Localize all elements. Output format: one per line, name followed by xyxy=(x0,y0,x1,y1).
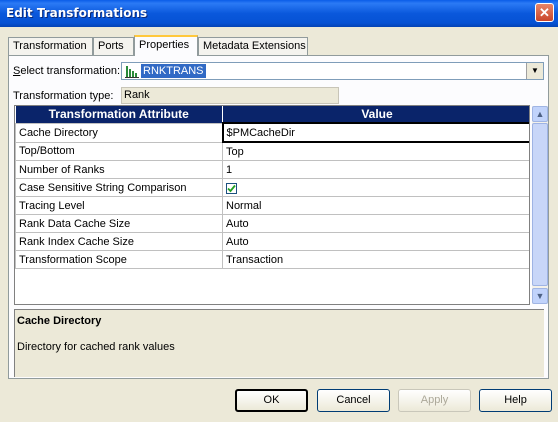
attribute-cell[interactable]: Rank Data Cache Size xyxy=(15,214,223,233)
attribute-cell[interactable]: Cache Directory xyxy=(15,122,223,143)
value-cell[interactable]: 1 xyxy=(222,160,529,179)
table-row[interactable]: Case Sensitive String Comparison xyxy=(15,178,529,197)
title-bar[interactable]: Edit Transformations ✕ xyxy=(0,0,558,27)
description-text: Directory for cached rank values xyxy=(17,341,175,353)
table-row[interactable]: Transformation Scope Transaction xyxy=(15,250,529,269)
column-header-value[interactable]: Value xyxy=(222,106,529,123)
tab-metadata-extensions[interactable]: Metadata Extensions xyxy=(198,37,308,55)
table-row[interactable]: Number of Ranks 1 xyxy=(15,160,529,179)
column-header-attribute[interactable]: Transformation Attribute xyxy=(15,106,223,123)
properties-table: Transformation Attribute Value Cache Dir… xyxy=(15,106,529,269)
selected-transformation: RNKTRANS xyxy=(141,64,206,78)
value-cell[interactable]: Normal xyxy=(222,196,529,215)
cancel-button[interactable]: Cancel xyxy=(317,389,390,412)
scroll-thumb[interactable] xyxy=(532,123,548,286)
dropdown-arrow-icon[interactable]: ▼ xyxy=(526,63,543,79)
help-button[interactable]: Help xyxy=(479,389,552,412)
table-header-row: Transformation Attribute Value xyxy=(15,106,529,123)
window-title: Edit Transformations xyxy=(6,6,148,20)
transformation-type-label: Transformation type: xyxy=(13,90,114,102)
attribute-cell[interactable]: Rank Index Cache Size xyxy=(15,232,223,251)
rank-transformation-icon xyxy=(125,66,139,78)
value-cell[interactable]: Transaction xyxy=(222,250,529,269)
value-cell[interactable] xyxy=(222,178,529,197)
scroll-up-icon[interactable]: ▲ xyxy=(532,106,548,122)
table-row[interactable]: Cache Directory $PMCacheDir xyxy=(15,122,529,143)
case-sensitive-checkbox[interactable] xyxy=(226,182,237,194)
attribute-cell[interactable]: Top/Bottom xyxy=(15,141,223,161)
description-title: Cache Directory xyxy=(17,315,102,327)
value-cell[interactable]: $PMCacheDir xyxy=(221,122,529,143)
tab-properties[interactable]: Properties xyxy=(134,35,198,56)
checkmark-icon xyxy=(227,184,236,192)
value-cell[interactable]: Auto xyxy=(222,232,529,251)
edit-transformations-dialog: Edit Transformations ✕ Transformation Po… xyxy=(0,0,558,422)
close-button[interactable]: ✕ xyxy=(535,3,554,22)
table-row[interactable]: Rank Data Cache Size Auto xyxy=(15,214,529,233)
value-cell[interactable]: Auto xyxy=(222,214,529,233)
properties-grid: Transformation Attribute Value Cache Dir… xyxy=(14,105,530,305)
apply-button[interactable]: Apply xyxy=(398,389,471,412)
scroll-down-icon[interactable]: ▼ xyxy=(532,288,548,304)
value-cell[interactable]: Top xyxy=(222,141,529,161)
select-transformation-label: Select transformation: xyxy=(13,65,120,77)
description-panel: Cache Directory Directory for cached ran… xyxy=(14,309,544,377)
attribute-cell[interactable]: Number of Ranks xyxy=(15,160,223,179)
table-row[interactable]: Top/Bottom Top xyxy=(15,141,529,161)
tab-ports[interactable]: Ports xyxy=(93,37,134,55)
vertical-scrollbar[interactable]: ▲ ▼ xyxy=(532,106,548,304)
attribute-cell[interactable]: Transformation Scope xyxy=(15,250,223,269)
attribute-cell[interactable]: Case Sensitive String Comparison xyxy=(15,178,223,197)
transformation-type-value: Rank xyxy=(121,87,339,104)
attribute-cell[interactable]: Tracing Level xyxy=(15,196,223,215)
ok-button[interactable]: OK xyxy=(235,389,308,412)
select-transformation-dropdown[interactable]: RNKTRANS ▼ xyxy=(121,62,544,80)
table-row[interactable]: Rank Index Cache Size Auto xyxy=(15,232,529,251)
tab-transformation[interactable]: Transformation xyxy=(8,37,93,55)
table-row[interactable]: Tracing Level Normal xyxy=(15,196,529,215)
